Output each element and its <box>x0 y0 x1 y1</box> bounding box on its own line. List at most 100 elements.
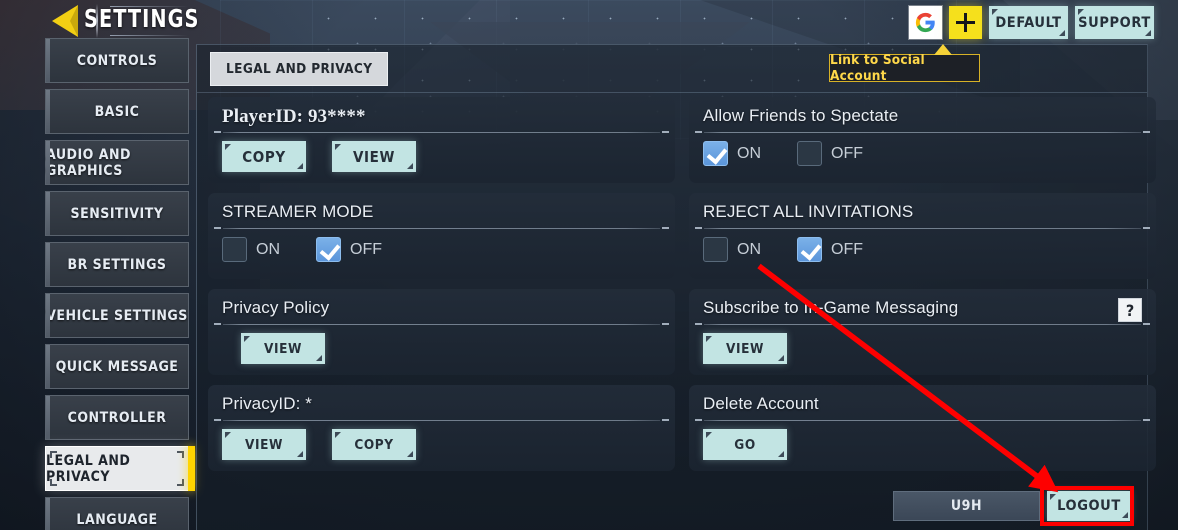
setting-card-title: REJECT ALL INVITATIONS <box>703 202 914 221</box>
settings-card-grid: PlayerID: 93**** COPY VIEW Allow Friends to… <box>197 97 1156 481</box>
copy-playerid-button[interactable]: COPY <box>222 141 306 172</box>
setting-card-title: PlayerID: 93**** <box>222 106 366 127</box>
checkbox-label: OFF <box>831 144 863 162</box>
sidebar-item-label: SENSITIVITY <box>70 205 164 222</box>
default-button[interactable]: DEFAULT <box>989 6 1068 39</box>
sidebar-item-vehicle-settings[interactable]: VEHICLE SETTINGS <box>45 293 189 338</box>
card-divider <box>695 131 1150 133</box>
card-divider <box>695 419 1150 421</box>
setting-card-body: ON OFF <box>222 237 661 262</box>
sidebar-item-label: VEHICLE SETTINGS <box>46 307 188 324</box>
google-logo-icon[interactable] <box>909 6 942 39</box>
setting-card-allow-friends-to-spectate: Allow Friends to Spectate ON OFF <box>689 97 1156 183</box>
sidebar-item-label: BASIC <box>94 103 140 120</box>
tab-bar: LEGAL AND PRIVACY <box>197 45 1147 93</box>
setting-card-title: Subscribe to In-Game Messaging <box>703 298 959 317</box>
back-arrow-icon[interactable] <box>48 3 88 39</box>
link-social-account-plus-button[interactable] <box>949 6 982 39</box>
setting-card-body: VIEW COPY <box>222 429 661 460</box>
view-playerid-button[interactable]: VIEW <box>332 141 416 172</box>
plus-icon <box>963 13 968 32</box>
setting-card-body: VIEW <box>703 333 1142 364</box>
title-rule-bottom <box>110 35 188 36</box>
corner-marker-icon <box>50 451 57 458</box>
sidebar-item-controls[interactable]: CONTROLS <box>45 38 189 83</box>
checkbox-unchecked-icon <box>703 237 728 262</box>
checkbox-checked-icon <box>703 141 728 166</box>
sidebar-item-legal-and-privacy[interactable]: LEGAL AND PRIVACY <box>45 446 195 491</box>
allow-friends-to-spectate-on-checkbox[interactable]: ON <box>703 141 761 166</box>
card-divider <box>214 131 669 133</box>
help-icon[interactable]: ? <box>1118 298 1142 322</box>
reject-all-invitations-on-checkbox[interactable]: ON <box>703 237 761 262</box>
corner-marker-icon <box>177 451 184 458</box>
footer-bar: U9H LOGOUT <box>197 488 1147 524</box>
settings-screen: SETTINGS DEFAULT SUPPORT Link to Social … <box>0 0 1178 530</box>
streamer-mode-on-checkbox[interactable]: ON <box>222 237 280 262</box>
sidebar-item-label: CONTROLLER <box>67 409 167 426</box>
card-divider <box>695 227 1150 229</box>
setting-card-streamer-mode: STREAMER MODE ON OFF <box>208 193 675 279</box>
logout-button[interactable]: LOGOUT <box>1047 491 1131 521</box>
setting-card-title: STREAMER MODE <box>222 202 374 221</box>
card-divider <box>695 323 1150 325</box>
setting-card-body: VIEW <box>222 333 661 364</box>
corner-marker-icon <box>177 479 184 486</box>
setting-card-body: ON OFF <box>703 237 1142 262</box>
setting-card-body: COPY VIEW <box>222 141 661 172</box>
setting-card-body: GO <box>703 429 1142 460</box>
delete-account-go-button[interactable]: GO <box>703 429 787 460</box>
setting-card-privacy-policy: Privacy Policy VIEW <box>208 289 675 375</box>
setting-card-title: PrivacyID: * <box>222 394 312 413</box>
allow-friends-to-spectate-off-checkbox[interactable]: OFF <box>797 141 863 166</box>
setting-card-reject-all-invitations: REJECT ALL INVITATIONS ON OFF <box>689 193 1156 279</box>
setting-card-delete-account: Delete Account GO <box>689 385 1156 471</box>
setting-card-title: Privacy Policy <box>222 298 330 317</box>
sidebar-item-audio-and-graphics[interactable]: AUDIO AND GRAPHICS <box>45 140 189 185</box>
checkbox-checked-icon <box>316 237 341 262</box>
support-button[interactable]: SUPPORT <box>1075 6 1154 39</box>
sidebar-item-language[interactable]: LANGUAGE <box>45 497 189 530</box>
checkbox-unchecked-icon <box>797 141 822 166</box>
setting-card-privacyid: PrivacyID: * VIEW COPY <box>208 385 675 471</box>
active-indicator <box>188 446 195 491</box>
card-divider <box>214 323 669 325</box>
checkbox-label: OFF <box>350 240 382 258</box>
sidebar-item-br-settings[interactable]: BR SETTINGS <box>45 242 189 287</box>
tab-legal-and-privacy[interactable]: LEGAL AND PRIVACY <box>210 52 389 86</box>
username-display: U9H <box>893 491 1040 521</box>
sidebar-item-label: CONTROLS <box>76 52 158 69</box>
setting-card-title: Delete Account <box>703 394 819 413</box>
sidebar-item-controller[interactable]: CONTROLLER <box>45 395 189 440</box>
page-title: SETTINGS <box>84 4 200 33</box>
card-divider <box>214 227 669 229</box>
streamer-mode-off-checkbox[interactable]: OFF <box>316 237 382 262</box>
view-privacyid-button[interactable]: VIEW <box>222 429 306 460</box>
card-divider <box>214 419 669 421</box>
sidebar-item-label: QUICK MESSAGE <box>55 358 179 375</box>
corner-marker-icon <box>50 479 57 486</box>
settings-content-panel: LEGAL AND PRIVACY PlayerID: 93**** COPY VI… <box>196 44 1156 530</box>
view-subscribe-messaging-button[interactable]: VIEW <box>703 333 787 364</box>
link-to-social-account-tooltip: Link to Social Account <box>829 44 980 84</box>
checkbox-checked-icon <box>797 237 822 262</box>
settings-sidebar: CONTROLS BASIC AUDIO AND GRAPHICS SENSITIVI… <box>45 38 195 530</box>
copy-privacyid-button[interactable]: COPY <box>332 429 416 460</box>
setting-card-body: ON OFF <box>703 141 1142 166</box>
checkbox-label: OFF <box>831 240 863 258</box>
header-actions: DEFAULT SUPPORT <box>909 6 1154 39</box>
sidebar-item-basic[interactable]: BASIC <box>45 89 189 134</box>
reject-all-invitations-off-checkbox[interactable]: OFF <box>797 237 863 262</box>
tooltip-text: Link to Social Account <box>830 52 925 84</box>
view-privacy-policy-button[interactable]: VIEW <box>241 333 325 364</box>
checkbox-unchecked-icon <box>222 237 247 262</box>
checkbox-label: ON <box>737 144 761 162</box>
sidebar-item-label: AUDIO AND GRAPHICS <box>46 146 132 179</box>
sidebar-item-sensitivity[interactable]: SENSITIVITY <box>45 191 189 236</box>
tooltip-arrow-icon <box>934 44 952 55</box>
setting-card-subscribe-to-in-game-messaging: Subscribe to In-Game Messaging? VIEW <box>689 289 1156 375</box>
setting-card-title: Allow Friends to Spectate <box>703 106 899 125</box>
sidebar-item-quick-message[interactable]: QUICK MESSAGE <box>45 344 189 389</box>
sidebar-item-label: BR SETTINGS <box>67 256 167 273</box>
setting-card-playerid-93: PlayerID: 93**** COPY VIEW <box>208 97 675 183</box>
